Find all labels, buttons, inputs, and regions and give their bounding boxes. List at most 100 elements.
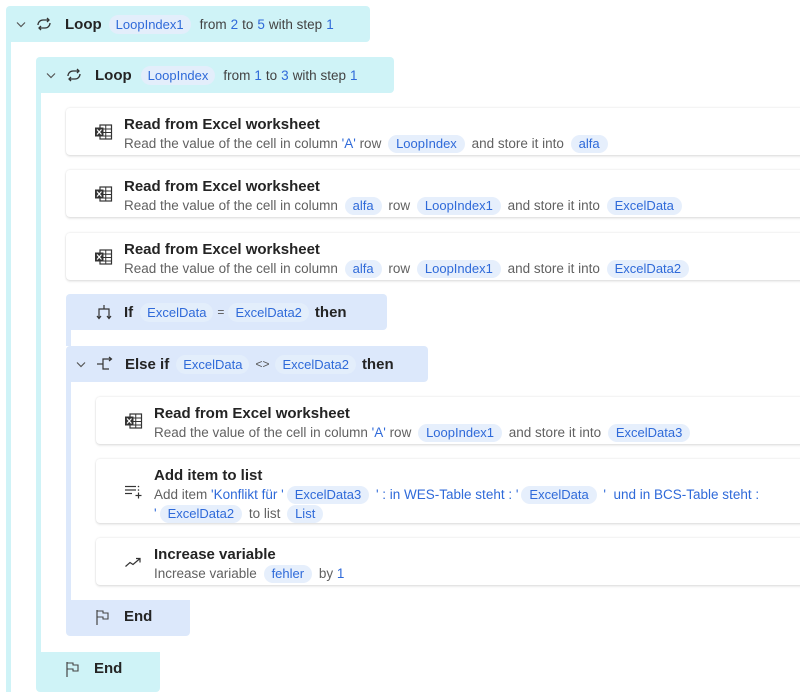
- loop-end-value: 5: [257, 16, 265, 32]
- action-read-excel[interactable]: Read from Excel worksheet Read the value…: [66, 170, 800, 217]
- variable-token: ExcelData2: [606, 260, 690, 278]
- variable-token: alfa: [344, 260, 382, 278]
- loop-start-value: 1: [254, 67, 262, 83]
- description-text: to list: [245, 506, 285, 521]
- condition-left-operand: ExcelData: [176, 354, 250, 374]
- variable-token: ExcelData3: [286, 486, 370, 504]
- step-label: with step: [268, 16, 323, 32]
- loop-step-value: 1: [349, 67, 358, 83]
- if-header[interactable]: If ExcelData = ExcelData2 then: [66, 294, 387, 330]
- variable-token: LoopIndex1: [416, 260, 501, 278]
- outer-loop-header[interactable]: Loop LoopIndex1 from 2 to 5 with step 1: [6, 6, 370, 42]
- description-text: and store it into: [503, 198, 604, 213]
- description-text: and store it into: [467, 136, 568, 151]
- flag-icon: [66, 662, 79, 677]
- action-increase-variable[interactable]: Increase variable Increase variable fehl…: [96, 538, 800, 585]
- else-if-bar: [66, 382, 71, 600]
- variable-token: alfa: [570, 135, 608, 153]
- literal-value: 1: [336, 566, 345, 581]
- description-text: and store it into: [503, 261, 604, 276]
- inner-loop-bar: [36, 93, 41, 652]
- action-read-excel[interactable]: Read from Excel worksheet Read the value…: [96, 397, 800, 444]
- to-label: to: [242, 16, 254, 32]
- loop-end-value: 3: [281, 67, 289, 83]
- to-label: to: [265, 67, 278, 83]
- chevron-down-icon[interactable]: [46, 72, 56, 79]
- excel-icon: [95, 185, 113, 202]
- action-description: Read the value of the cell in column alf…: [124, 259, 776, 278]
- loop-start-value: 2: [230, 16, 239, 32]
- description-text: by: [315, 566, 337, 581]
- else-if-icon: [97, 356, 113, 370]
- variable-token: LoopIndex: [388, 135, 465, 153]
- then-keyword: then: [314, 303, 347, 321]
- if-end-block[interactable]: End: [66, 600, 190, 636]
- condition-operator: <>: [255, 357, 270, 371]
- variable-token: ExcelData3: [607, 424, 691, 442]
- action-title: Read from Excel worksheet: [154, 405, 350, 422]
- flag-icon: [96, 610, 109, 625]
- condition-operator: =: [217, 305, 225, 319]
- end-label: End: [94, 660, 123, 677]
- action-title: Increase variable: [154, 546, 276, 563]
- action-title: Read from Excel worksheet: [124, 241, 320, 258]
- add-to-list-icon: [125, 485, 142, 499]
- variable-token: fehler: [263, 565, 313, 583]
- description-text: Add item: [154, 487, 212, 502]
- condition-left-operand: ExcelData: [140, 302, 214, 322]
- action-description: Add item 'Konflikt für ' ExcelData3 ' : i…: [154, 485, 764, 523]
- inner-loop-end-block[interactable]: End: [36, 652, 160, 692]
- chevron-down-icon[interactable]: [16, 21, 26, 28]
- description-text: row: [384, 198, 414, 213]
- action-read-excel[interactable]: Read from Excel worksheet Read the value…: [66, 233, 800, 280]
- description-text: Read the value of the cell in column: [124, 261, 342, 276]
- description-text: Read the value of the cell in column: [154, 425, 372, 440]
- if-bar: [66, 330, 71, 346]
- else-if-header[interactable]: Else if ExcelData <> ExcelData2 then: [66, 346, 428, 382]
- action-title: Read from Excel worksheet: [124, 178, 320, 195]
- outer-loop-bar: [6, 42, 11, 692]
- inner-loop-header[interactable]: Loop LoopIndex from 1 to 3 with step 1: [36, 57, 394, 93]
- loop-icon: [67, 68, 81, 82]
- excel-icon: [95, 248, 113, 265]
- description-text: Increase variable: [154, 566, 261, 581]
- variable-token: LoopIndex1: [418, 424, 503, 442]
- literal-value: 'A': [341, 136, 356, 151]
- variable-token: ExcelData: [521, 486, 597, 504]
- loop-keyword: Loop: [65, 15, 102, 33]
- chevron-down-icon[interactable]: [76, 361, 86, 368]
- action-add-item-to-list[interactable]: Add item to list Add item 'Konflikt für …: [96, 459, 800, 523]
- condition-right-operand: ExcelData2: [275, 354, 356, 374]
- action-title: Add item to list: [154, 467, 263, 484]
- action-description: Read the value of the cell in column alf…: [124, 196, 776, 215]
- literal-value: 'Konflikt für ': [211, 487, 284, 502]
- variable-token: alfa: [344, 197, 382, 215]
- variable-token: List: [287, 505, 324, 523]
- literal-value: 'A': [371, 425, 386, 440]
- loop-index-variable: LoopIndex: [140, 65, 216, 85]
- action-read-excel[interactable]: Read from Excel worksheet Read the value…: [66, 108, 800, 155]
- variable-token: LoopIndex1: [416, 197, 501, 215]
- then-keyword: then: [361, 355, 394, 373]
- loop-index-variable: LoopIndex1: [108, 14, 191, 34]
- literal-value: ' : in WES-Table steht : ': [372, 487, 519, 502]
- loop-step-value: 1: [326, 16, 334, 32]
- step-label: with step: [292, 67, 346, 83]
- action-description: Increase variable fehler by 1: [154, 564, 776, 583]
- end-label: End: [124, 608, 153, 625]
- action-title: Read from Excel worksheet: [124, 116, 320, 133]
- if-branch-icon: [96, 305, 112, 320]
- if-keyword: If: [124, 303, 134, 321]
- action-description: Read the value of the cell in column 'A'…: [124, 134, 776, 153]
- variable-token: ExcelData2: [159, 505, 243, 523]
- increase-variable-icon: [125, 557, 141, 567]
- from-label: from: [223, 67, 251, 83]
- action-description: Read the value of the cell in column 'A'…: [154, 423, 776, 442]
- description-text: row: [385, 425, 416, 440]
- excel-icon: [95, 123, 113, 140]
- description-text: Read the value of the cell in column: [124, 136, 342, 151]
- description-text: row: [355, 136, 386, 151]
- variable-token: ExcelData: [606, 197, 682, 215]
- description-text: and store it into: [505, 425, 605, 440]
- description-text: Read the value of the cell in column: [124, 198, 342, 213]
